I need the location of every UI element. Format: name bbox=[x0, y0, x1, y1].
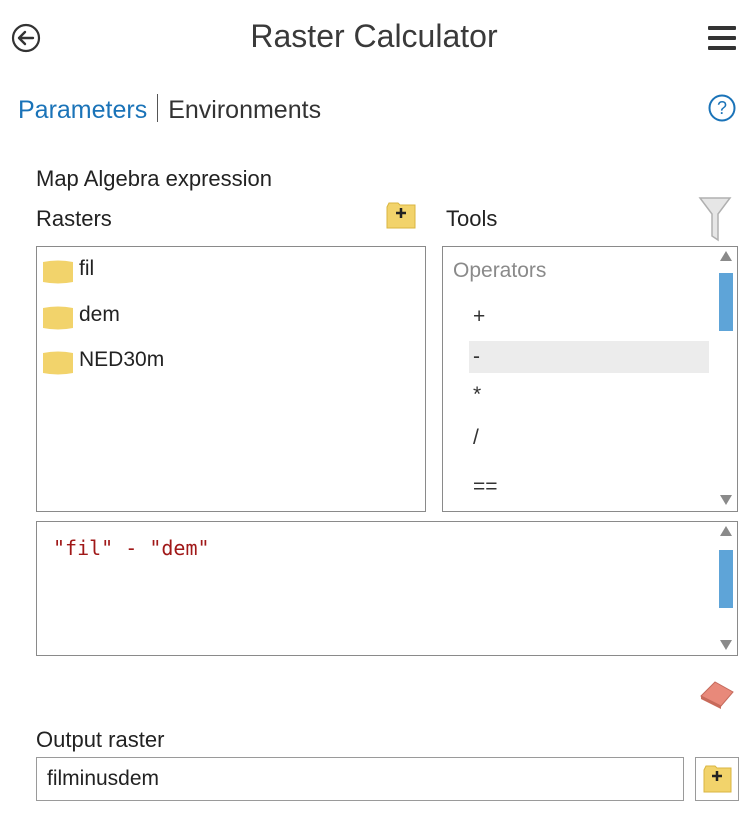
raster-layer-icon bbox=[43, 306, 73, 330]
scroll-thumb[interactable] bbox=[719, 550, 733, 608]
funnel-filter-icon bbox=[698, 197, 732, 242]
output-raster-label: Output raster bbox=[36, 727, 165, 752]
scroll-down-arrow-icon[interactable] bbox=[720, 640, 732, 650]
browse-output-button[interactable] bbox=[695, 757, 739, 801]
operator-item[interactable]: / bbox=[469, 422, 709, 454]
map-algebra-label: Map Algebra expression bbox=[36, 166, 273, 191]
operator-item[interactable]: + bbox=[469, 301, 709, 333]
list-item-raster[interactable]: dem bbox=[43, 303, 413, 333]
tab-bar: Parameters Environments bbox=[18, 94, 321, 125]
expression-scrollbar[interactable] bbox=[717, 526, 735, 652]
scroll-thumb[interactable] bbox=[719, 273, 733, 331]
folder-add-icon bbox=[703, 765, 732, 793]
output-raster-field[interactable] bbox=[36, 757, 684, 801]
svg-text:?: ? bbox=[717, 98, 727, 118]
eraser-icon bbox=[700, 681, 734, 709]
rasters-list[interactable]: fil dem NED30m bbox=[36, 246, 426, 512]
help-button[interactable]: ? bbox=[708, 94, 736, 122]
operator-item[interactable]: == bbox=[469, 471, 709, 503]
operators-header: Operators bbox=[453, 259, 547, 282]
list-item-raster[interactable]: fil bbox=[43, 257, 413, 287]
raster-name: dem bbox=[79, 303, 120, 326]
expression-text[interactable]: "fil" - "dem" bbox=[53, 536, 210, 560]
scroll-up-arrow-icon[interactable] bbox=[720, 526, 732, 536]
operator-item[interactable]: * bbox=[469, 379, 709, 411]
rasters-label: Rasters bbox=[36, 206, 112, 231]
tools-label: Tools bbox=[446, 206, 498, 231]
clear-expression-button[interactable] bbox=[697, 676, 737, 710]
raster-layer-icon bbox=[43, 351, 73, 375]
tools-scrollbar[interactable] bbox=[717, 251, 735, 507]
menu-button[interactable] bbox=[708, 26, 736, 52]
list-item-raster[interactable]: NED30m bbox=[43, 348, 413, 378]
hamburger-menu-icon bbox=[708, 26, 736, 30]
tab-divider bbox=[157, 94, 159, 122]
tab-parameters[interactable]: Parameters bbox=[18, 96, 147, 124]
raster-layer-icon bbox=[43, 260, 73, 284]
tools-list[interactable]: Operators + - * / == bbox=[442, 246, 738, 512]
raster-name: NED30m bbox=[79, 348, 165, 371]
page-title: Raster Calculator bbox=[250, 18, 498, 54]
scroll-up-arrow-icon[interactable] bbox=[720, 251, 732, 261]
help-icon: ? bbox=[708, 94, 736, 122]
filter-button[interactable] bbox=[698, 196, 732, 242]
expression-editor[interactable]: "fil" - "dem" bbox=[36, 521, 738, 656]
scroll-down-arrow-icon[interactable] bbox=[720, 495, 732, 505]
raster-name: fil bbox=[79, 257, 95, 280]
add-raster-button[interactable] bbox=[386, 202, 416, 230]
tool-header: Raster Calculator bbox=[0, 0, 748, 90]
operator-item-selected[interactable]: - bbox=[469, 341, 709, 373]
tab-environments[interactable]: Environments bbox=[168, 96, 321, 124]
folder-add-icon bbox=[386, 202, 416, 229]
